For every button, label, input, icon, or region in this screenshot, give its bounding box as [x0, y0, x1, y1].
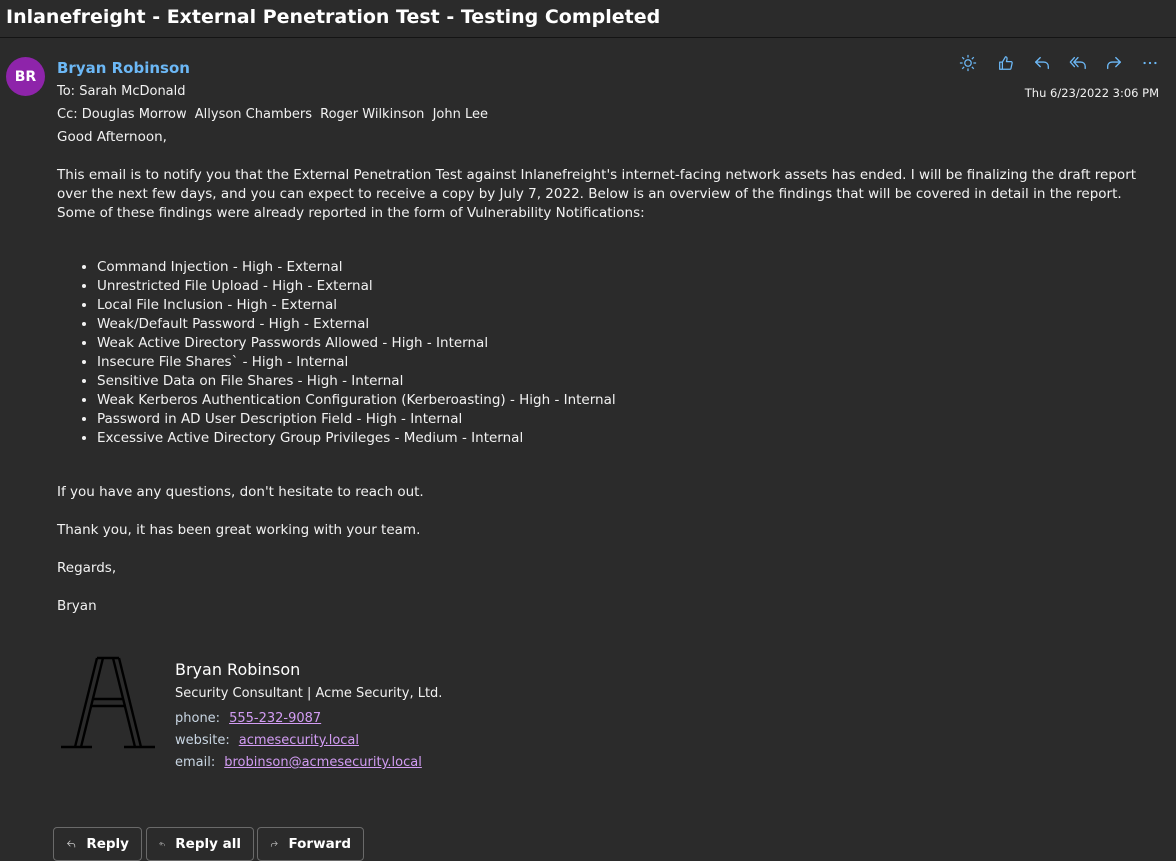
to-label: To:	[57, 84, 76, 99]
reply-icon	[67, 840, 76, 848]
signature-title: Security Consultant | Acme Security, Ltd…	[175, 686, 443, 701]
cc-recipient[interactable]: Roger Wilkinson	[320, 107, 424, 122]
cc-label: Cc:	[57, 107, 78, 122]
reply-all-button-label: Reply all	[175, 836, 241, 852]
company-logo	[59, 655, 157, 752]
subject-bar: Inlanefreight - External Penetration Tes…	[0, 0, 1176, 38]
signature-name: Bryan Robinson	[175, 660, 301, 679]
reply-all-button[interactable]: Reply all	[146, 827, 254, 861]
like-icon[interactable]	[993, 52, 1019, 74]
cc-recipient[interactable]: Allyson Chambers	[195, 107, 312, 122]
brightness-icon[interactable]	[955, 52, 981, 74]
reply-all-icon[interactable]	[1065, 52, 1091, 74]
list-item: Weak/Default Password - High - External	[97, 315, 616, 334]
list-item: Excessive Active Directory Group Privile…	[97, 429, 616, 448]
sender-name[interactable]: Bryan Robinson	[57, 59, 190, 77]
findings-list: Command Injection - High - External Unre…	[57, 258, 616, 448]
to-recipient[interactable]: Sarah McDonald	[79, 84, 185, 99]
list-item: Weak Active Directory Passwords Allowed …	[97, 334, 616, 353]
signature-website: website: acmesecurity.local	[175, 733, 359, 748]
reply-button-label: Reply	[86, 836, 129, 852]
forward-button[interactable]: Forward	[257, 827, 364, 861]
cc-recipient[interactable]: John Lee	[433, 107, 488, 122]
email-subject: Inlanefreight - External Penetration Tes…	[6, 6, 661, 28]
to-line: To: Sarah McDonald	[57, 84, 186, 99]
phone-link[interactable]: 555-232-9087	[229, 711, 321, 726]
cc-recipient[interactable]: Douglas Morrow	[82, 107, 187, 122]
phone-label: phone:	[175, 711, 221, 726]
more-icon[interactable]	[1137, 52, 1163, 74]
reply-icon[interactable]	[1029, 52, 1055, 74]
reply-button[interactable]: Reply	[53, 827, 142, 861]
list-item: Insecure File Shares` - High - Internal	[97, 353, 616, 372]
signature-phone: phone: 555-232-9087	[175, 711, 321, 726]
list-item: Command Injection - High - External	[97, 258, 616, 277]
greeting: Good Afternoon,	[57, 129, 167, 145]
website-label: website:	[175, 733, 230, 748]
questions-line: If you have any questions, don't hesitat…	[57, 484, 424, 500]
email-link[interactable]: brobinson@acmesecurity.local	[224, 755, 422, 770]
list-item: Password in AD User Description Field - …	[97, 410, 616, 429]
signature-email: email: brobinson@acmesecurity.local	[175, 755, 422, 770]
forward-icon[interactable]	[1101, 52, 1127, 74]
signoff-name: Bryan	[57, 598, 97, 614]
website-link[interactable]: acmesecurity.local	[239, 733, 359, 748]
intro-paragraph: This email is to notify you that the Ext…	[57, 167, 1137, 221]
list-item: Weak Kerberos Authentication Configurati…	[97, 391, 616, 410]
cc-line: Cc: Douglas Morrow Allyson Chambers Roge…	[57, 107, 492, 122]
list-item: Unrestricted File Upload - High - Extern…	[97, 277, 616, 296]
email-label: email:	[175, 755, 216, 770]
forward-button-label: Forward	[288, 836, 351, 852]
regards-line: Regards,	[57, 560, 117, 576]
list-item: Sensitive Data on File Shares - High - I…	[97, 372, 616, 391]
forward-icon	[270, 841, 278, 847]
avatar[interactable]: BR	[6, 57, 45, 96]
thanks-line: Thank you, it has been great working wit…	[57, 522, 421, 538]
reply-all-icon	[159, 841, 165, 847]
list-item: Local File Inclusion - High - External	[97, 296, 616, 315]
message-date: Thu 6/23/2022 3:06 PM	[1024, 86, 1159, 100]
